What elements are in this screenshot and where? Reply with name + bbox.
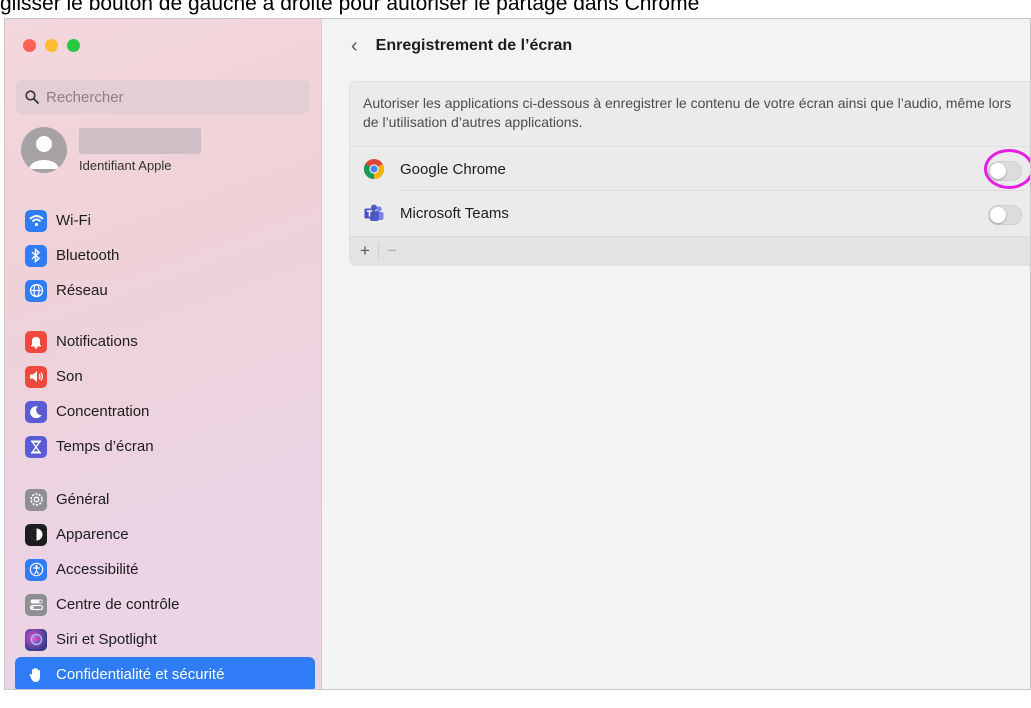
app-name: Microsoft Teams xyxy=(400,205,509,222)
teams-permission-toggle[interactable] xyxy=(988,205,1022,225)
sidebar-item-control-center[interactable]: Centre de contrôle xyxy=(15,587,315,622)
zoom-button[interactable] xyxy=(67,39,80,52)
instruction-caption: glisser le bouton de gauche à droite pou… xyxy=(0,0,700,15)
sidebar-item-label: Temps d’écran xyxy=(56,438,154,455)
sidebar-item-general[interactable]: Général xyxy=(15,482,315,517)
screen-recording-panel: Autoriser les applications ci-dessous à … xyxy=(349,81,1030,266)
speaker-icon xyxy=(25,365,47,388)
sidebar-item-wifi[interactable]: Wi-Fi xyxy=(15,203,315,238)
avatar xyxy=(21,127,67,173)
minimize-button[interactable] xyxy=(45,39,58,52)
sidebar-item-label: Apparence xyxy=(56,526,129,543)
app-row-teams[interactable]: Microsoft Teams xyxy=(350,191,1030,236)
sidebar-item-network[interactable]: Réseau xyxy=(15,273,315,308)
page-title: Enregistrement de l’écran xyxy=(375,37,573,54)
bell-icon xyxy=(25,330,47,353)
person-icon xyxy=(29,136,59,169)
sidebar-item-label: Bluetooth xyxy=(56,247,120,264)
search-input[interactable] xyxy=(46,88,286,106)
sidebar-item-label: Accessibilité xyxy=(56,561,139,578)
sidebar-item-label: Confidentialité et sécurité xyxy=(56,666,225,683)
sidebar-item-appearance[interactable]: Apparence xyxy=(15,517,315,552)
sidebar-group-system: Général Apparence Accessibilité Centre d… xyxy=(15,482,315,689)
siri-icon xyxy=(25,628,47,651)
accessibility-icon xyxy=(25,558,47,581)
hourglass-icon xyxy=(25,435,47,458)
back-chevron-icon[interactable]: ‹ xyxy=(351,35,358,58)
settings-window: Identifiant Apple Wi-Fi Bluetooth Ré xyxy=(4,18,1031,690)
main-pane: ‹ Enregistrement de l’écran Autoriser le… xyxy=(323,19,1030,689)
sidebar: Identifiant Apple Wi-Fi Bluetooth Ré xyxy=(5,19,322,689)
sidebar-item-label: Siri et Spotlight xyxy=(56,631,157,648)
sidebar-group-network: Wi-Fi Bluetooth Réseau xyxy=(15,203,315,308)
search-field[interactable] xyxy=(16,80,310,114)
account-subtitle: Identifiant Apple xyxy=(79,157,172,173)
app-row-chrome[interactable]: Google Chrome xyxy=(350,146,1030,191)
sidebar-item-label: Réseau xyxy=(56,282,108,299)
control-separator xyxy=(377,243,379,259)
close-button[interactable] xyxy=(23,39,36,52)
toolbar: ‹ Enregistrement de l’écran xyxy=(323,19,1030,73)
window-controls xyxy=(23,39,80,52)
sidebar-item-siri[interactable]: Siri et Spotlight xyxy=(15,622,315,657)
toggle-knob xyxy=(990,163,1006,179)
sidebar-item-label: Centre de contrôle xyxy=(56,596,180,613)
app-name: Google Chrome xyxy=(400,160,506,178)
control-center-icon xyxy=(25,593,47,616)
hand-icon xyxy=(25,663,47,686)
chrome-permission-toggle[interactable] xyxy=(988,161,1022,181)
sidebar-item-screen-time[interactable]: Temps d’écran xyxy=(15,429,315,464)
sidebar-group-notifications: Notifications Son Concentration Temps d’… xyxy=(15,324,315,464)
appearance-icon xyxy=(25,523,47,546)
sidebar-item-label: Général xyxy=(56,491,110,508)
sidebar-item-sound[interactable]: Son xyxy=(15,359,315,394)
globe-icon xyxy=(25,279,47,302)
search-icon xyxy=(25,90,39,104)
moon-icon xyxy=(25,400,47,423)
gear-icon xyxy=(25,488,47,511)
sidebar-item-privacy-security[interactable]: Confidentialité et sécurité xyxy=(15,657,315,689)
add-app-button[interactable]: + xyxy=(360,241,370,261)
sidebar-item-label: Wi-Fi xyxy=(56,212,91,229)
sidebar-item-label: Notifications xyxy=(56,333,138,350)
remove-app-button[interactable]: − xyxy=(387,241,397,261)
sidebar-item-accessibility[interactable]: Accessibilité xyxy=(15,552,315,587)
sidebar-item-label: Son xyxy=(56,368,83,385)
wifi-icon xyxy=(25,209,47,232)
panel-description: Autoriser les applications ci-dessous à … xyxy=(363,95,1012,130)
sidebar-item-notifications[interactable]: Notifications xyxy=(15,324,315,359)
bluetooth-icon xyxy=(25,244,47,267)
chrome-icon xyxy=(363,159,385,180)
teams-icon xyxy=(364,204,384,221)
sidebar-item-label: Concentration xyxy=(56,403,150,420)
list-controls: + − xyxy=(350,236,1030,265)
apple-account[interactable]: Identifiant Apple xyxy=(21,127,201,173)
toggle-knob xyxy=(990,207,1006,223)
sidebar-item-bluetooth[interactable]: Bluetooth xyxy=(15,238,315,273)
sidebar-item-focus[interactable]: Concentration xyxy=(15,394,315,429)
account-name-redacted xyxy=(79,127,201,154)
